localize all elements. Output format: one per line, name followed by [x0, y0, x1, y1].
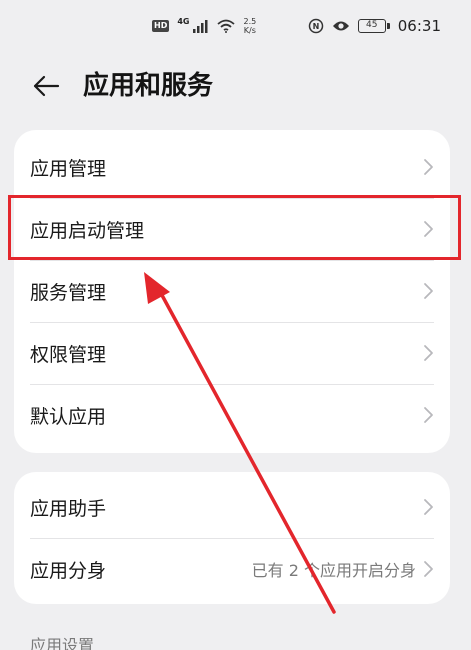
hd-icon: HD [152, 20, 170, 32]
chevron-right-icon [424, 283, 433, 299]
row-label: 应用分身 [30, 559, 107, 582]
back-button[interactable] [28, 70, 64, 102]
app-twin-row[interactable]: 应用分身 已有 2 个应用开启分身 [14, 538, 450, 600]
row-label: 服务管理 [30, 281, 107, 304]
status-right: N 45 06:31 [308, 17, 441, 35]
permission-management-row[interactable]: 权限管理 [14, 322, 450, 384]
app-management-row[interactable]: 应用管理 [14, 136, 450, 198]
eye-comfort-icon [332, 21, 349, 31]
app-assistant-row[interactable]: 应用助手 [14, 476, 450, 538]
chevron-right-icon [424, 221, 433, 237]
nfc-icon: N [308, 18, 324, 34]
battery-icon: 45 [357, 19, 390, 33]
default-apps-row[interactable]: 默认应用 [14, 384, 450, 446]
settings-group-1: 应用管理 应用启动管理 服务管理 权限管理 默认应用 [14, 130, 450, 453]
signal-icon [193, 19, 208, 33]
chevron-right-icon [424, 499, 433, 515]
clock: 06:31 [397, 17, 441, 35]
chevron-right-icon [424, 407, 433, 423]
svg-text:N: N [312, 22, 319, 31]
row-label: 权限管理 [30, 343, 107, 366]
row-label: 应用管理 [30, 157, 107, 180]
row-value: 已有 2 个应用开启分身 [251, 561, 416, 580]
row-label: 默认应用 [30, 405, 107, 428]
title-bar: 应用和服务 [0, 62, 471, 110]
chevron-right-icon [424, 159, 433, 175]
network-speed: 2.5 K/s [243, 17, 256, 35]
network-type: 4G [177, 16, 190, 26]
speed-unit: K/s [243, 26, 256, 35]
back-arrow-icon [33, 75, 60, 97]
settings-group-2: 应用助手 应用分身 已有 2 个应用开启分身 [14, 472, 450, 604]
status-bar: HD 4G 2.5 K/s N 45 06:31 [0, 0, 471, 52]
app-launch-management-row[interactable]: 应用启动管理 [14, 198, 450, 260]
section-label-app-settings: 应用设置 [30, 636, 95, 650]
chevron-right-icon [424, 345, 433, 361]
row-label: 应用启动管理 [30, 219, 145, 242]
service-management-row[interactable]: 服务管理 [14, 260, 450, 322]
speed-value: 2.5 [243, 17, 257, 26]
status-left: HD 4G 2.5 K/s [152, 17, 256, 35]
wifi-icon [217, 19, 236, 33]
page-title: 应用和服务 [83, 71, 214, 101]
chevron-right-icon [424, 561, 433, 577]
row-label: 应用助手 [30, 497, 107, 520]
